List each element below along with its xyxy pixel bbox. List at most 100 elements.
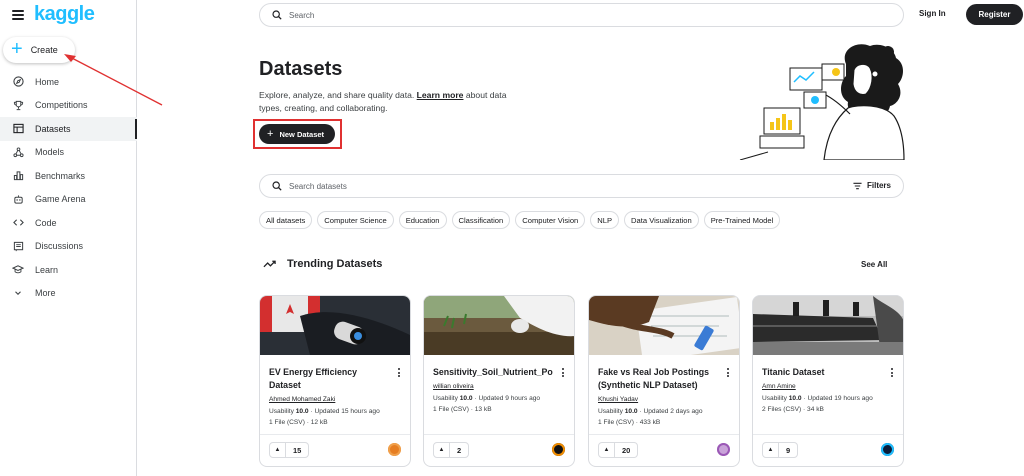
files-text: 1 File (CSV) · 12 kB (269, 419, 328, 426)
updated-text: Updated 19 hours ago (807, 395, 873, 402)
dataset-meta: Usability 10.0 · Updated 19 hours ago 2 … (762, 395, 873, 413)
dataset-card[interactable]: Sensitivity_Soil_Nutrient_Po( willian ol… (423, 295, 575, 467)
more-options-icon[interactable] (891, 368, 894, 377)
dataset-card[interactable]: Titanic Dataset Amn Amine Usability 10.0… (752, 295, 904, 467)
dataset-title[interactable]: EV Energy Efficiency Dataset (269, 366, 389, 392)
chevron-down-icon (12, 287, 24, 299)
global-search-input[interactable]: Search (259, 3, 904, 27)
caret-up-icon: ▲ (763, 443, 779, 457)
upvote-button[interactable]: ▲ 20 (598, 442, 639, 458)
sidebar-item-code[interactable]: Code (0, 211, 137, 235)
sidebar-item-datasets[interactable]: Datasets (0, 117, 137, 141)
filters-label: Filters (866, 181, 891, 190)
trophy-icon (12, 99, 24, 111)
files-text: 2 Files (CSV) · 34 kB (762, 406, 824, 413)
page-title: Datasets (259, 58, 343, 80)
sidebar-item-discussions[interactable]: Discussions (0, 235, 137, 259)
usability-value: 10.0 (295, 408, 309, 415)
dataset-author[interactable]: willian oliveira (433, 383, 474, 390)
chip-classification[interactable]: Classification (451, 211, 511, 229)
more-options-icon[interactable] (398, 368, 401, 377)
register-button[interactable]: Register (966, 4, 1023, 25)
upvote-button[interactable]: ▲ 15 (269, 442, 310, 458)
search-placeholder: Search datasets (289, 181, 347, 191)
usability-value: 10.0 (624, 408, 638, 415)
table-icon (12, 123, 24, 135)
chip-education[interactable]: Education (398, 211, 447, 229)
dataset-title[interactable]: Fake vs Real Job Postings (Synthetic NLP… (598, 366, 718, 392)
annotation-arrow (64, 54, 163, 106)
avatar[interactable] (388, 443, 401, 456)
plus-icon: + (11, 38, 23, 60)
search-placeholder: Search (289, 10, 315, 20)
hamburger-menu-icon[interactable] (12, 10, 24, 20)
sidebar-item-label: Learn (35, 264, 59, 275)
chip-data-visualization[interactable]: Data Visualization (624, 211, 699, 229)
usability-label: Usability (598, 408, 623, 415)
page-description: Explore, analyze, and share quality data… (259, 89, 529, 115)
filters-button[interactable]: Filters (853, 181, 891, 190)
see-all-link[interactable]: See All (861, 260, 887, 269)
sidebar-item-label: Datasets (35, 123, 71, 134)
dataset-title[interactable]: Sensitivity_Soil_Nutrient_Po( (433, 366, 553, 379)
chip-pre-trained-model[interactable]: Pre-Trained Model (703, 211, 781, 229)
sidebar-item-models[interactable]: Models (0, 141, 137, 165)
dataset-meta: Usability 10.0 · Updated 9 hours ago 1 F… (433, 395, 541, 413)
description-text: Explore, analyze, and share quality data… (259, 90, 417, 100)
caret-up-icon: ▲ (270, 443, 286, 457)
card-footer: ▲ 9 (753, 434, 903, 466)
caret-up-icon: ▲ (599, 443, 615, 457)
dataset-title[interactable]: Titanic Dataset (762, 366, 882, 379)
dataset-thumbnail (753, 296, 903, 355)
chip-computer-science[interactable]: Computer Science (317, 211, 394, 229)
dataset-thumbnail (260, 296, 410, 355)
plus-icon: + (267, 127, 274, 140)
bar-chart-icon (12, 170, 24, 182)
create-label: Create (30, 45, 58, 55)
avatar[interactable] (717, 443, 730, 456)
caret-up-icon: ▲ (434, 443, 450, 457)
sidebar-item-label: Benchmarks (35, 170, 86, 181)
dataset-search-input[interactable]: Search datasets Filters (259, 174, 904, 198)
dataset-author[interactable]: Amn Amine (762, 383, 796, 390)
usability-value: 10.0 (788, 395, 802, 402)
sidebar-item-learn[interactable]: Learn (0, 258, 137, 282)
sidebar-item-label: Home (35, 76, 60, 87)
upvote-button[interactable]: ▲ 2 (433, 442, 470, 458)
sidebar-item-more[interactable]: More (0, 282, 137, 306)
chip-all-datasets[interactable]: All datasets (259, 211, 313, 229)
dataset-meta: Usability 10.0 · Updated 15 hours ago 1 … (269, 408, 380, 426)
more-options-icon[interactable] (727, 368, 730, 377)
chip-computer-vision[interactable]: Computer Vision (515, 211, 586, 229)
dataset-card[interactable]: EV Energy Efficiency Dataset Ahmed Moham… (259, 295, 411, 467)
search-icon (272, 10, 282, 20)
sign-in-button[interactable]: Sign In (919, 9, 946, 18)
sidebar-item-benchmarks[interactable]: Benchmarks (0, 164, 137, 188)
chip-nlp[interactable]: NLP (590, 211, 620, 229)
avatar[interactable] (552, 443, 565, 456)
vote-count: 20 (622, 445, 631, 455)
vote-count: 15 (293, 445, 302, 455)
trending-datasets-title: Trending Datasets (287, 258, 383, 270)
kaggle-logo[interactable]: kaggle (34, 3, 95, 26)
dataset-meta: Usability 10.0 · Updated 2 days ago 1 Fi… (598, 408, 703, 426)
dataset-author[interactable]: Khushi Yadav (598, 396, 638, 403)
updated-text: Updated 9 hours ago (478, 395, 541, 402)
sidebar-item-label: More (35, 288, 56, 299)
vote-count: 9 (786, 445, 791, 455)
more-options-icon[interactable] (562, 368, 565, 377)
usability-label: Usability (762, 395, 787, 402)
graduation-cap-icon (12, 264, 24, 276)
upvote-button[interactable]: ▲ 9 (762, 442, 799, 458)
sidebar-item-game-arena[interactable]: Game Arena (0, 188, 137, 212)
vote-count: 2 (457, 445, 462, 455)
dataset-author[interactable]: Ahmed Mohamed Zaki (269, 396, 335, 403)
learn-more-link[interactable]: Learn more (417, 90, 464, 100)
filter-icon (853, 182, 862, 189)
avatar[interactable] (881, 443, 894, 456)
updated-text: Updated 2 days ago (643, 408, 703, 415)
new-dataset-button[interactable]: + New Dataset (259, 124, 335, 144)
models-icon (12, 146, 24, 158)
updated-text: Updated 15 hours ago (314, 408, 380, 415)
dataset-card[interactable]: Fake vs Real Job Postings (Synthetic NLP… (588, 295, 740, 467)
